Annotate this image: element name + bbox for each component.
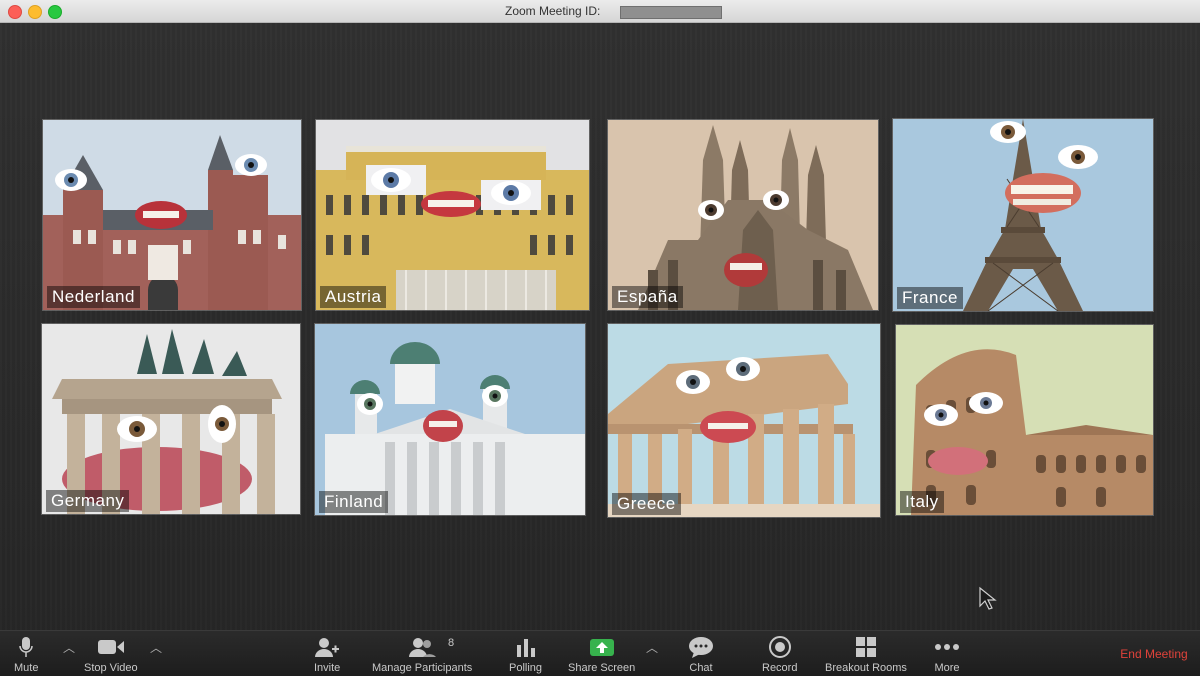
invite-label: Invite [314, 662, 341, 674]
meeting-toolbar: Mute ︿ Stop Video ︿ Invite Manage Partic… [0, 630, 1200, 676]
participant-name: España [612, 286, 683, 308]
record-label: Record [762, 662, 798, 674]
video-options-chevron-up-icon[interactable]: ︿ [150, 639, 162, 656]
chat-button[interactable]: Chat [688, 635, 714, 674]
minimize-window-button[interactable] [28, 5, 42, 19]
schonbrunn-palace-image [316, 120, 589, 310]
polling-label: Polling [509, 662, 543, 674]
participant-tile-greece[interactable]: Greece [608, 324, 880, 517]
participant-tile-finland[interactable]: Finland [315, 324, 585, 515]
more-dots-icon [935, 644, 959, 650]
participant-tile-france[interactable]: France [893, 119, 1153, 311]
sagrada-familia-image [608, 120, 878, 310]
manage-participants-button[interactable]: Manage Participants [372, 635, 472, 674]
colosseum-image [896, 325, 1153, 515]
more-button[interactable]: More [934, 635, 960, 674]
window-title: Zoom Meeting ID: [505, 4, 601, 18]
mute-label: Mute [14, 662, 39, 674]
mouse-cursor-icon [979, 586, 997, 610]
invite-button[interactable]: Invite [314, 635, 340, 674]
microphone-icon [19, 637, 33, 657]
chat-label: Chat [689, 662, 713, 674]
maximize-window-button[interactable] [48, 5, 62, 19]
video-camera-icon [97, 640, 124, 654]
stop-video-button[interactable]: Stop Video [84, 635, 138, 674]
breakout-rooms-icon [855, 637, 876, 657]
share-screen-label: Share Screen [568, 662, 636, 674]
chat-bubble-icon [689, 637, 713, 658]
parthenon-image [608, 324, 880, 517]
end-meeting-button[interactable]: End Meeting [1108, 639, 1200, 669]
breakout-rooms-button[interactable]: Breakout Rooms [825, 635, 907, 674]
participant-tile-nederland[interactable]: Nederland [43, 120, 301, 310]
participant-tile-austria[interactable]: Austria [316, 120, 589, 310]
helsinki-cathedral-image [315, 324, 585, 515]
mute-button[interactable]: Mute [14, 635, 38, 674]
bar-chart-icon [516, 639, 535, 657]
participant-name: Nederland [47, 286, 140, 308]
participant-name: Austria [320, 286, 387, 308]
participant-name: Greece [612, 493, 681, 515]
participants-icon [409, 638, 437, 657]
share-screen-icon [589, 639, 614, 656]
breakout-rooms-label: Breakout Rooms [825, 662, 907, 674]
close-window-button[interactable] [8, 5, 22, 19]
more-label: More [934, 662, 960, 674]
participant-name: Italy [900, 491, 944, 513]
manage-participants-label: Manage Participants [372, 662, 473, 674]
record-icon [768, 636, 791, 658]
rijksmuseum-image [43, 120, 301, 310]
participant-name: Germany [46, 490, 130, 512]
participant-tile-germany[interactable]: Germany [42, 324, 300, 514]
record-button[interactable]: Record [762, 635, 797, 674]
participant-tile-italy[interactable]: Italy [896, 325, 1153, 515]
stop-video-label: Stop Video [84, 662, 138, 674]
end-meeting-label: End Meeting [1120, 647, 1188, 661]
participant-name: France [897, 287, 963, 309]
share-screen-button[interactable]: Share Screen [568, 635, 635, 674]
share-options-chevron-up-icon[interactable]: ︿ [646, 639, 658, 656]
meeting-video-grid: Nederland Austria España France Germany … [0, 23, 1200, 633]
title-bar: Zoom Meeting ID: [0, 0, 1200, 23]
meeting-id-redacted [620, 6, 722, 19]
brandenburg-gate-image [42, 324, 300, 514]
polling-button[interactable]: Polling [509, 635, 542, 674]
invite-user-icon [315, 638, 340, 657]
eiffel-tower-image [893, 119, 1153, 311]
participant-count: 8 [448, 637, 455, 649]
participant-name: Finland [319, 491, 389, 513]
audio-options-chevron-up-icon[interactable]: ︿ [63, 639, 75, 656]
participant-tile-espana[interactable]: España [608, 120, 878, 310]
